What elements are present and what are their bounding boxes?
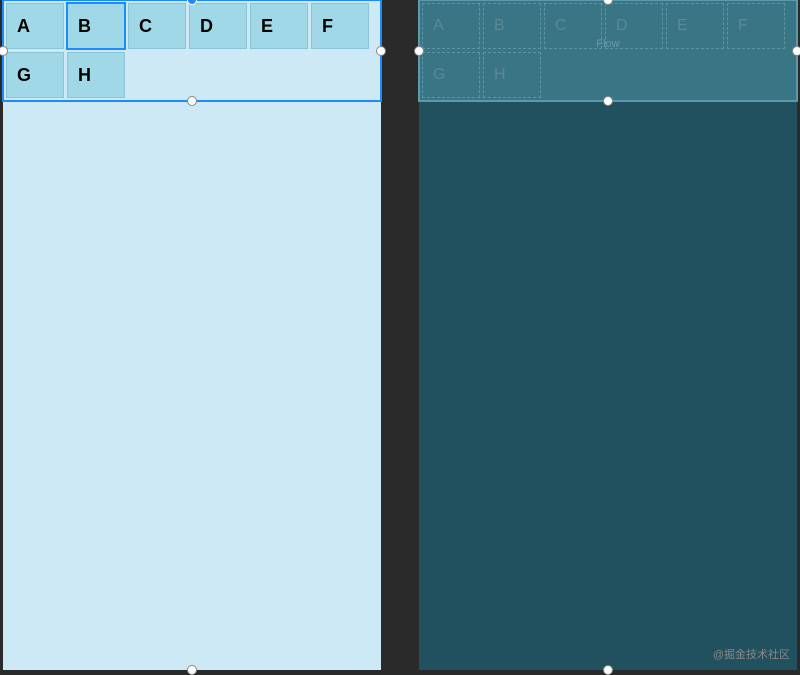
grid-cell[interactable]: E [666,3,724,49]
grid-cell[interactable]: H [67,52,125,98]
preview-panel-left[interactable]: A B C D E F G H [3,0,381,670]
watermark-text: @掘金技术社区 [713,646,790,662]
grid-cell[interactable]: A [422,3,480,49]
layout-grid-right[interactable]: Flow A B C D E F G H [419,0,797,101]
layout-grid-left[interactable]: A B C D E F G H [3,0,381,101]
grid-cell[interactable]: H [483,52,541,98]
grid-cell[interactable]: B [483,3,541,49]
grid-cell[interactable]: G [6,52,64,98]
panel-resize-handle-bottom[interactable] [187,665,197,675]
resize-handle-left[interactable] [414,46,424,56]
grid-cell[interactable]: C [544,3,602,49]
grid-cell[interactable]: G [422,52,480,98]
preview-panel-right[interactable]: Flow A B C D E F G H [419,0,797,670]
grid-cell[interactable]: B [67,3,125,49]
grid-cell[interactable]: D [189,3,247,49]
grid-cell[interactable]: F [311,3,369,49]
grid-cell[interactable]: A [6,3,64,49]
flow-label: Flow [596,38,619,50]
grid-cell[interactable]: F [727,3,785,49]
resize-handle-bottom[interactable] [603,96,613,106]
resize-handle-bottom[interactable] [187,96,197,106]
panel-resize-handle-bottom[interactable] [603,665,613,675]
grid-cell[interactable]: E [250,3,308,49]
grid-cell[interactable]: C [128,3,186,49]
resize-handle-right[interactable] [376,46,386,56]
resize-handle-right[interactable] [792,46,800,56]
